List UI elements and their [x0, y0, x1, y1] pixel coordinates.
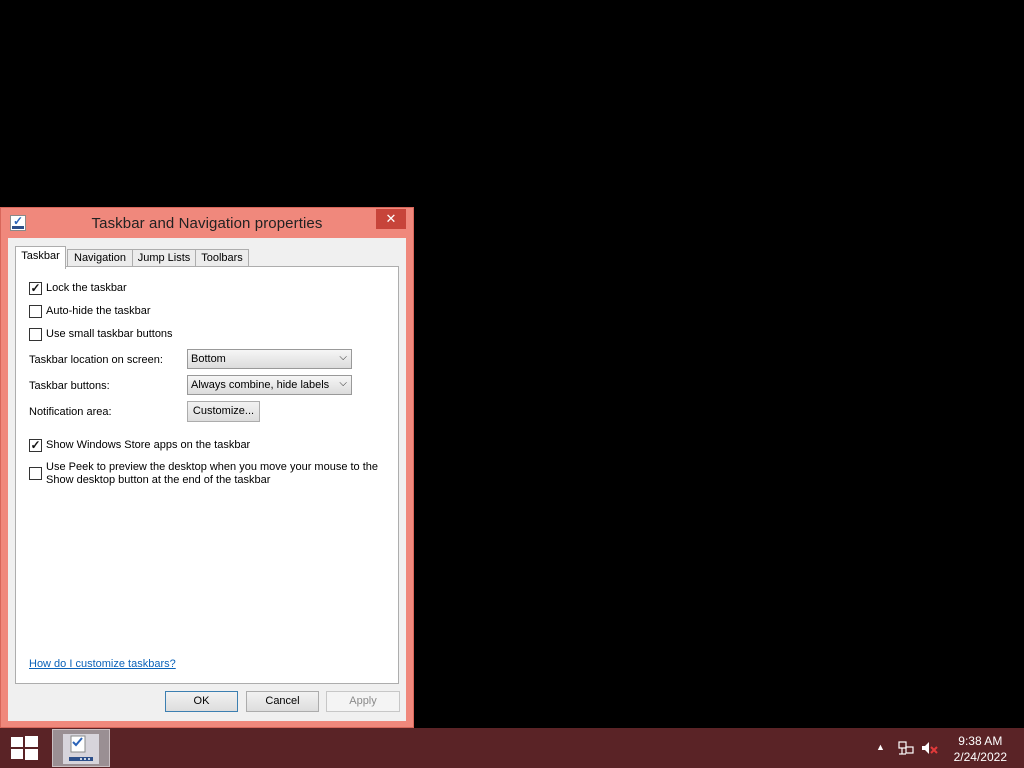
customize-button[interactable]: Customize... — [187, 401, 260, 422]
taskbar-buttons-value: Always combine, hide labels — [191, 379, 330, 391]
clock[interactable]: 9:38 AM 2/24/2022 — [954, 733, 1007, 765]
help-link[interactable]: How do I customize taskbars? — [29, 658, 176, 670]
network-icon[interactable] — [898, 740, 914, 756]
taskbar-properties-app-icon — [63, 734, 99, 764]
store-apps-checkbox[interactable]: ✓ — [29, 439, 42, 452]
store-apps-label: Show Windows Store apps on the taskbar — [46, 439, 251, 451]
chevron-down-icon: ⌵ — [339, 378, 347, 389]
location-dropdown[interactable]: Bottom ⌵ — [187, 349, 352, 369]
windows-logo-icon — [11, 736, 38, 760]
taskbar: ▲ 9:38 AM 2/24/2022 — [0, 728, 1024, 768]
small-buttons-label: Use small taskbar buttons — [46, 328, 173, 340]
show-hidden-icons-arrow-icon[interactable]: ▲ — [876, 742, 885, 752]
auto-hide-checkbox[interactable] — [29, 305, 42, 318]
ok-button[interactable]: OK — [165, 691, 238, 712]
small-buttons-checkbox[interactable] — [29, 328, 42, 341]
lock-taskbar-label: Lock the taskbar — [46, 282, 127, 294]
notification-area-label: Notification area: — [29, 406, 112, 418]
location-label: Taskbar location on screen: — [29, 354, 163, 366]
location-value: Bottom — [191, 353, 226, 365]
auto-hide-label: Auto-hide the taskbar — [46, 305, 151, 317]
close-button[interactable]: ✕ — [376, 209, 406, 229]
title-bar[interactable]: ✓ Taskbar and Navigation properties ✕ — [1, 208, 413, 238]
volume-muted-icon[interactable] — [921, 740, 939, 756]
chevron-down-icon: ⌵ — [339, 352, 347, 363]
taskbar-tab-page: ✓ Lock the taskbar Auto-hide the taskbar… — [15, 266, 399, 684]
clock-time: 9:38 AM — [958, 734, 1003, 748]
tab-taskbar[interactable]: Taskbar — [15, 246, 66, 269]
start-button[interactable] — [10, 735, 40, 761]
clock-date: 2/24/2022 — [953, 750, 1007, 764]
taskbar-buttons-dropdown[interactable]: Always combine, hide labels ⌵ — [187, 375, 352, 395]
peek-label: Use Peek to preview the desktop when you… — [46, 461, 379, 486]
dialog-title: Taskbar and Navigation properties — [91, 215, 323, 232]
lock-taskbar-checkbox[interactable]: ✓ — [29, 282, 42, 295]
taskbar-buttons-label: Taskbar buttons: — [29, 380, 110, 392]
apply-button[interactable]: Apply — [326, 691, 400, 712]
taskbar-app-taskbar-properties[interactable] — [52, 729, 110, 767]
taskbar-properties-dialog: ✓ Taskbar and Navigation properties ✕ Ta… — [0, 207, 414, 728]
dialog-client-area: Taskbar Navigation Jump Lists Toolbars ✓… — [8, 238, 406, 721]
peek-checkbox[interactable] — [29, 467, 42, 480]
close-icon: ✕ — [385, 211, 397, 226]
cancel-button[interactable]: Cancel — [246, 691, 319, 712]
